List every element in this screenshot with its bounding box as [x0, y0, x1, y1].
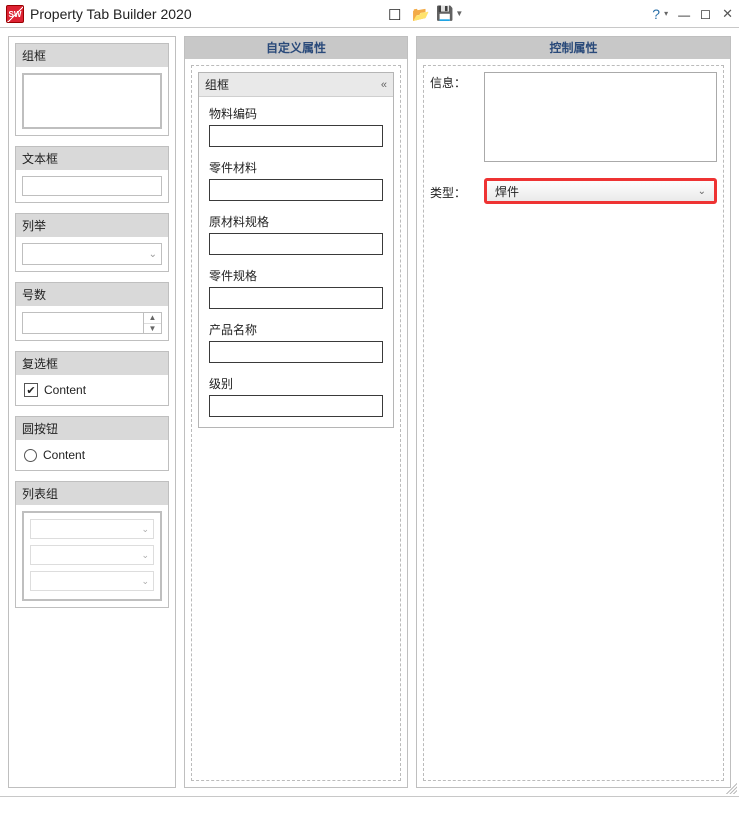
field-input[interactable] [209, 395, 383, 417]
palette-radio[interactable]: 圆按钮 Content [15, 416, 169, 471]
field-input[interactable] [209, 233, 383, 255]
field-label: 物料编码 [209, 105, 383, 122]
palette-groupbox-label: 组框 [16, 44, 168, 67]
radio-sample-label: Content [43, 448, 85, 462]
palette-textbox[interactable]: 文本框 [15, 146, 169, 203]
control-attributes-header: 控制属性 [417, 37, 730, 59]
palette-column: 组框 文本框 列举 ⌄ 号数 ▲▼ 复选框 ✔ [8, 36, 176, 788]
palette-listgroup-label: 列表组 [16, 482, 168, 505]
listgroup-preview: ⌄ ⌄ ⌄ [22, 511, 162, 601]
form-field: 原材料规格 [209, 213, 383, 255]
control-attributes-body: 信息： 类型： 焊件 ⌄ [423, 65, 724, 781]
resize-grip-icon[interactable] [723, 780, 737, 794]
open-icon[interactable] [412, 6, 428, 22]
control-attributes-column: 控制属性 信息： 类型： 焊件 ⌄ [416, 36, 731, 788]
groupbox-preview [22, 73, 162, 129]
field-label: 产品名称 [209, 321, 383, 338]
window-title: Property Tab Builder 2020 [30, 6, 192, 22]
spin-down-icon: ▼ [144, 324, 161, 334]
field-input[interactable] [209, 125, 383, 147]
form-field: 物料编码 [209, 105, 383, 147]
radio-icon [24, 449, 37, 462]
checkbox-sample-label: Content [44, 383, 86, 397]
type-label: 类型： [430, 182, 474, 201]
new-icon[interactable] [388, 6, 404, 22]
app-icon [6, 5, 24, 23]
custom-attributes-header: 自定义属性 [185, 37, 407, 59]
field-label: 零件规格 [209, 267, 383, 284]
checkbox-icon: ✔ [24, 383, 38, 397]
number-preview: ▲▼ [22, 312, 162, 334]
field-input[interactable] [209, 287, 383, 309]
status-bar [0, 796, 739, 818]
field-input[interactable] [209, 341, 383, 363]
collapse-icon[interactable]: « [381, 79, 387, 91]
close-button[interactable] [722, 6, 733, 22]
minimize-button[interactable] [678, 8, 690, 20]
textbox-preview [22, 176, 162, 196]
form-field: 产品名称 [209, 321, 383, 363]
custom-attributes-canvas[interactable]: 组框 « 物料编码零件材料原材料规格零件规格产品名称级别 [191, 65, 401, 781]
chevron-down-icon: ⌄ [698, 186, 706, 197]
list-preview: ⌄ [22, 243, 162, 265]
field-label: 原材料规格 [209, 213, 383, 230]
palette-textbox-label: 文本框 [16, 147, 168, 170]
info-textarea[interactable] [484, 72, 717, 162]
form-groupbox-label: 组框 [205, 76, 229, 93]
type-select[interactable]: 焊件 ⌄ [484, 178, 717, 204]
info-label: 信息： [430, 72, 474, 91]
save-icon[interactable]: ▼ [436, 6, 452, 22]
form-field: 零件材料 [209, 159, 383, 201]
palette-groupbox[interactable]: 组框 [15, 43, 169, 136]
form-groupbox[interactable]: 组框 « 物料编码零件材料原材料规格零件规格产品名称级别 [198, 72, 394, 428]
palette-checkbox-label: 复选框 [16, 352, 168, 375]
spin-up-icon: ▲ [144, 313, 161, 324]
type-select-value: 焊件 [495, 183, 519, 200]
field-label: 级别 [209, 375, 383, 392]
chevron-down-icon[interactable]: ▼ [455, 9, 463, 18]
chevron-down-icon: ⌄ [141, 524, 149, 535]
chevron-down-icon: ⌄ [149, 249, 157, 260]
title-bar: Property Tab Builder 2020 ▼ ?▾ [0, 0, 739, 28]
palette-number[interactable]: 号数 ▲▼ [15, 282, 169, 341]
form-field: 级别 [209, 375, 383, 417]
palette-checkbox[interactable]: 复选框 ✔ Content [15, 351, 169, 406]
palette-radio-label: 圆按钮 [16, 417, 168, 440]
maximize-button[interactable] [700, 8, 712, 20]
chevron-down-icon: ⌄ [141, 550, 149, 561]
help-button[interactable]: ?▾ [652, 6, 668, 22]
main-area: 组框 文本框 列举 ⌄ 号数 ▲▼ 复选框 ✔ [0, 28, 739, 796]
field-input[interactable] [209, 179, 383, 201]
custom-attributes-column: 自定义属性 组框 « 物料编码零件材料原材料规格零件规格产品名称级别 [184, 36, 408, 788]
form-field: 零件规格 [209, 267, 383, 309]
palette-listgroup[interactable]: 列表组 ⌄ ⌄ ⌄ [15, 481, 169, 608]
chevron-down-icon: ⌄ [141, 576, 149, 587]
palette-number-label: 号数 [16, 283, 168, 306]
palette-list-label: 列举 [16, 214, 168, 237]
toolbar: ▼ [388, 6, 452, 22]
palette-list[interactable]: 列举 ⌄ [15, 213, 169, 272]
field-label: 零件材料 [209, 159, 383, 176]
